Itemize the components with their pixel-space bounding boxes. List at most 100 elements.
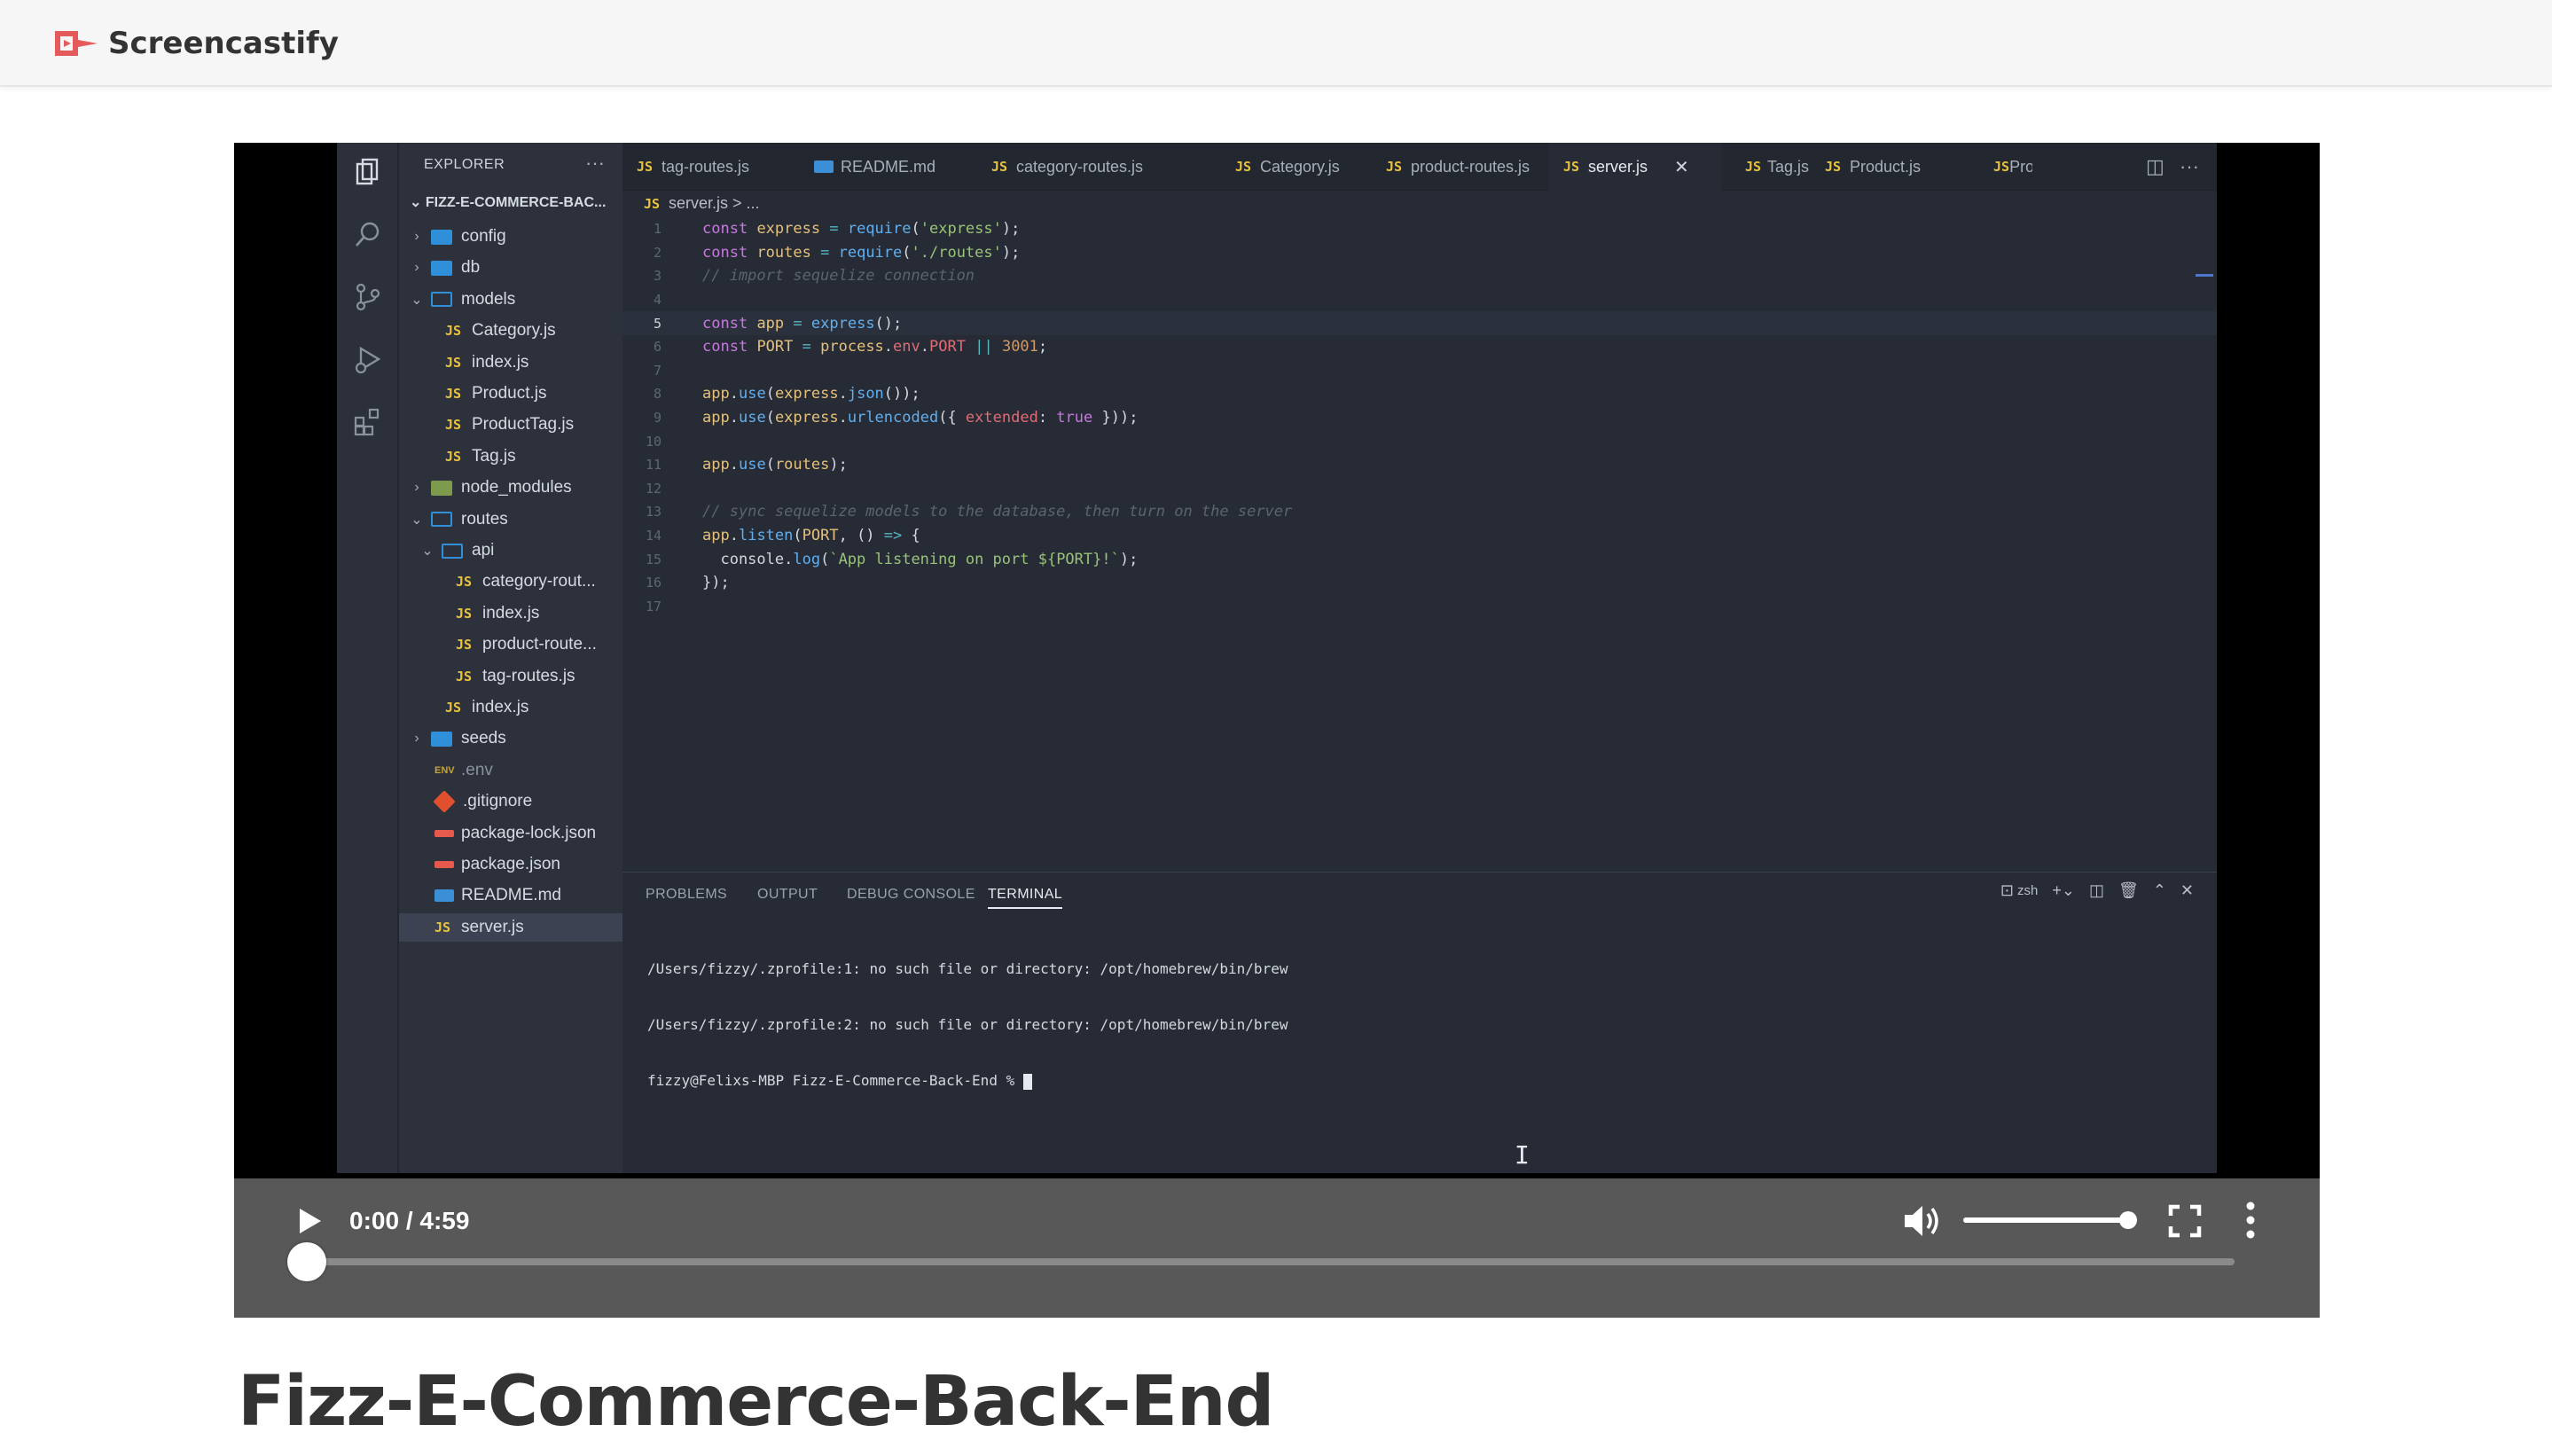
code-text: app.use(routes); (702, 456, 848, 474)
vscode-window: EXPLORER ··· ⌄ FIZZ-E-COMMERCE-BAC... › c… (337, 143, 2217, 1173)
explorer-item[interactable]: package.json (399, 850, 622, 879)
more-options-button[interactable] (2242, 1200, 2259, 1241)
volume-slider[interactable] (1963, 1217, 2132, 1223)
video-player[interactable]: EXPLORER ··· ⌄ FIZZ-E-COMMERCE-BAC... › c… (234, 143, 2320, 1318)
editor-tab[interactable]: JS Pro (1979, 143, 2032, 191)
editor-tab[interactable]: JS tag-routes.js (622, 143, 791, 191)
explorer-item[interactable]: JS product-route... (399, 630, 622, 659)
explorer-item[interactable]: .gitignore (399, 787, 622, 816)
code-line: 8 app.use(express.json()); (622, 382, 2217, 406)
explorer-item[interactable]: › db (399, 254, 622, 282)
editor-tab-label: category-routes.js (1016, 157, 1144, 176)
files-icon (352, 157, 384, 189)
explorer-item-label: tag-routes.js (482, 666, 575, 685)
code-text: // import sequelize connection (702, 267, 975, 286)
play-button[interactable] (293, 1205, 325, 1237)
run-debug-icon (352, 343, 384, 375)
chevron-right-icon: › (414, 480, 419, 496)
line-number: 15 (645, 551, 661, 568)
editor-tab[interactable]: JS server.js ✕ (1549, 143, 1722, 191)
explorer-item[interactable]: JS Product.js (399, 380, 622, 408)
line-number: 14 (645, 528, 661, 544)
explorer-item[interactable]: JS index.js (399, 348, 622, 377)
markdown-file-icon (434, 889, 454, 903)
code-line: 1 const express = require('express'); (622, 217, 2217, 241)
explorer-item[interactable]: JS Tag.js (399, 442, 622, 471)
close-icon: ✕ (2180, 881, 2194, 899)
editor-tab[interactable]: JS category-routes.js (977, 143, 1212, 191)
explorer-item-label: .gitignore (463, 792, 533, 811)
explorer-item-label: Product.js (472, 384, 547, 403)
fullscreen-button[interactable] (2167, 1203, 2203, 1239)
js-file-icon: JS (445, 386, 462, 402)
extensions-icon (352, 405, 384, 437)
brand-logo[interactable]: Screencastify (51, 23, 339, 64)
code-line: 14 app.listen(PORT, () => { (622, 524, 2217, 548)
code-line: 7 (622, 359, 2217, 383)
editor-tab[interactable]: JS Category.js (1221, 143, 1363, 191)
js-file-icon: JS (445, 323, 462, 340)
explorer-sidebar: EXPLORER ··· ⌄ FIZZ-E-COMMERCE-BAC... › c… (399, 143, 622, 1173)
explorer-item[interactable]: › seeds (399, 724, 622, 753)
add-terminal-icon: +⌄ (2052, 881, 2075, 899)
code-line: 10 (622, 429, 2217, 453)
code-text: const app = express(); (702, 314, 903, 333)
explorer-item[interactable]: README.md (399, 881, 622, 910)
folder-icon (431, 260, 452, 276)
editor-tab[interactable]: JS product-routes.js (1372, 143, 1540, 191)
video-frame[interactable]: EXPLORER ··· ⌄ FIZZ-E-COMMERCE-BAC... › c… (234, 143, 2320, 1178)
explorer-item[interactable]: ⌄ models (399, 286, 622, 314)
code-editor: 1 const express = require('express'); 2 con… (622, 217, 2217, 618)
line-number: 2 (653, 244, 661, 261)
explorer-item[interactable]: JS tag-routes.js (399, 662, 622, 691)
js-file-icon: JS (1745, 159, 1762, 175)
terminal-cursor (1022, 1073, 1032, 1090)
explorer-item[interactable]: ⌄ api (399, 536, 622, 565)
panel-tab-output: OUTPUT (757, 887, 818, 902)
seek-bar[interactable] (305, 1258, 2235, 1265)
explorer-item-label: package.json (461, 855, 560, 873)
explorer-item[interactable]: JS server.js (399, 912, 622, 942)
explorer-item[interactable]: ENV .env (399, 756, 622, 785)
explorer-item[interactable]: › node_modules (399, 474, 622, 502)
explorer-item[interactable]: JS category-rout... (399, 568, 622, 596)
volume-slider-handle[interactable] (2119, 1211, 2137, 1229)
env-file-icon: ENV (434, 764, 455, 776)
editor-tab[interactable]: JS Tag.js (1731, 143, 1809, 191)
explorer-item[interactable]: JS ProductTag.js (399, 411, 622, 439)
explorer-item[interactable]: JS index.js (399, 599, 622, 628)
explorer-item[interactable]: ⌄ routes (399, 505, 622, 534)
mute-button[interactable] (1901, 1202, 1942, 1241)
explorer-item[interactable]: JS Category.js (399, 317, 622, 345)
chevron-down-icon: ⌄ (410, 195, 426, 210)
explorer-item-label: Tag.js (472, 446, 516, 466)
js-file-icon: JS (445, 700, 462, 716)
explorer-item-label: README.md (461, 886, 561, 905)
editor-tab[interactable]: JS Product.js (1811, 143, 1970, 191)
code-text: const routes = require('./routes'); (702, 243, 1021, 262)
panel-tab-problems: PROBLEMS (646, 887, 728, 902)
code-line: 9 app.use(express.urlencoded({ extended: … (622, 406, 2217, 430)
seek-handle[interactable] (287, 1242, 326, 1281)
line-number: 3 (653, 268, 661, 285)
js-file-icon: JS (644, 195, 661, 212)
more-actions-icon: ··· (2180, 155, 2199, 177)
explorer-item-label: category-rout... (482, 572, 596, 591)
explorer-item[interactable]: JS index.js (399, 693, 622, 722)
split-terminal-icon: ◫ (2088, 881, 2104, 899)
search-icon (352, 219, 384, 251)
explorer-item[interactable]: package-lock.json (399, 819, 622, 848)
terminal-line: /Users/fizzy/.zprofile:2: no such file o… (647, 1016, 1288, 1033)
editor-tab-bar: ◫ ··· JS tag-routes.js README.md JS category… (622, 143, 2217, 191)
js-file-icon: JS (445, 417, 462, 434)
js-file-icon: JS (445, 448, 462, 465)
code-line: 12 (622, 477, 2217, 501)
explorer-item[interactable]: › config (399, 223, 622, 251)
editor-tab[interactable]: README.md (800, 143, 968, 191)
chevron-down-icon: ⌄ (411, 512, 423, 528)
panel-tab-terminal: TERMINAL (988, 887, 1063, 909)
code-line: 2 const routes = require('./routes'); (622, 241, 2217, 265)
code-text: const PORT = process.env.PORT || 3001; (702, 338, 1048, 356)
js-file-icon: JS (445, 354, 462, 371)
explorer-item-label: routes (461, 509, 508, 528)
